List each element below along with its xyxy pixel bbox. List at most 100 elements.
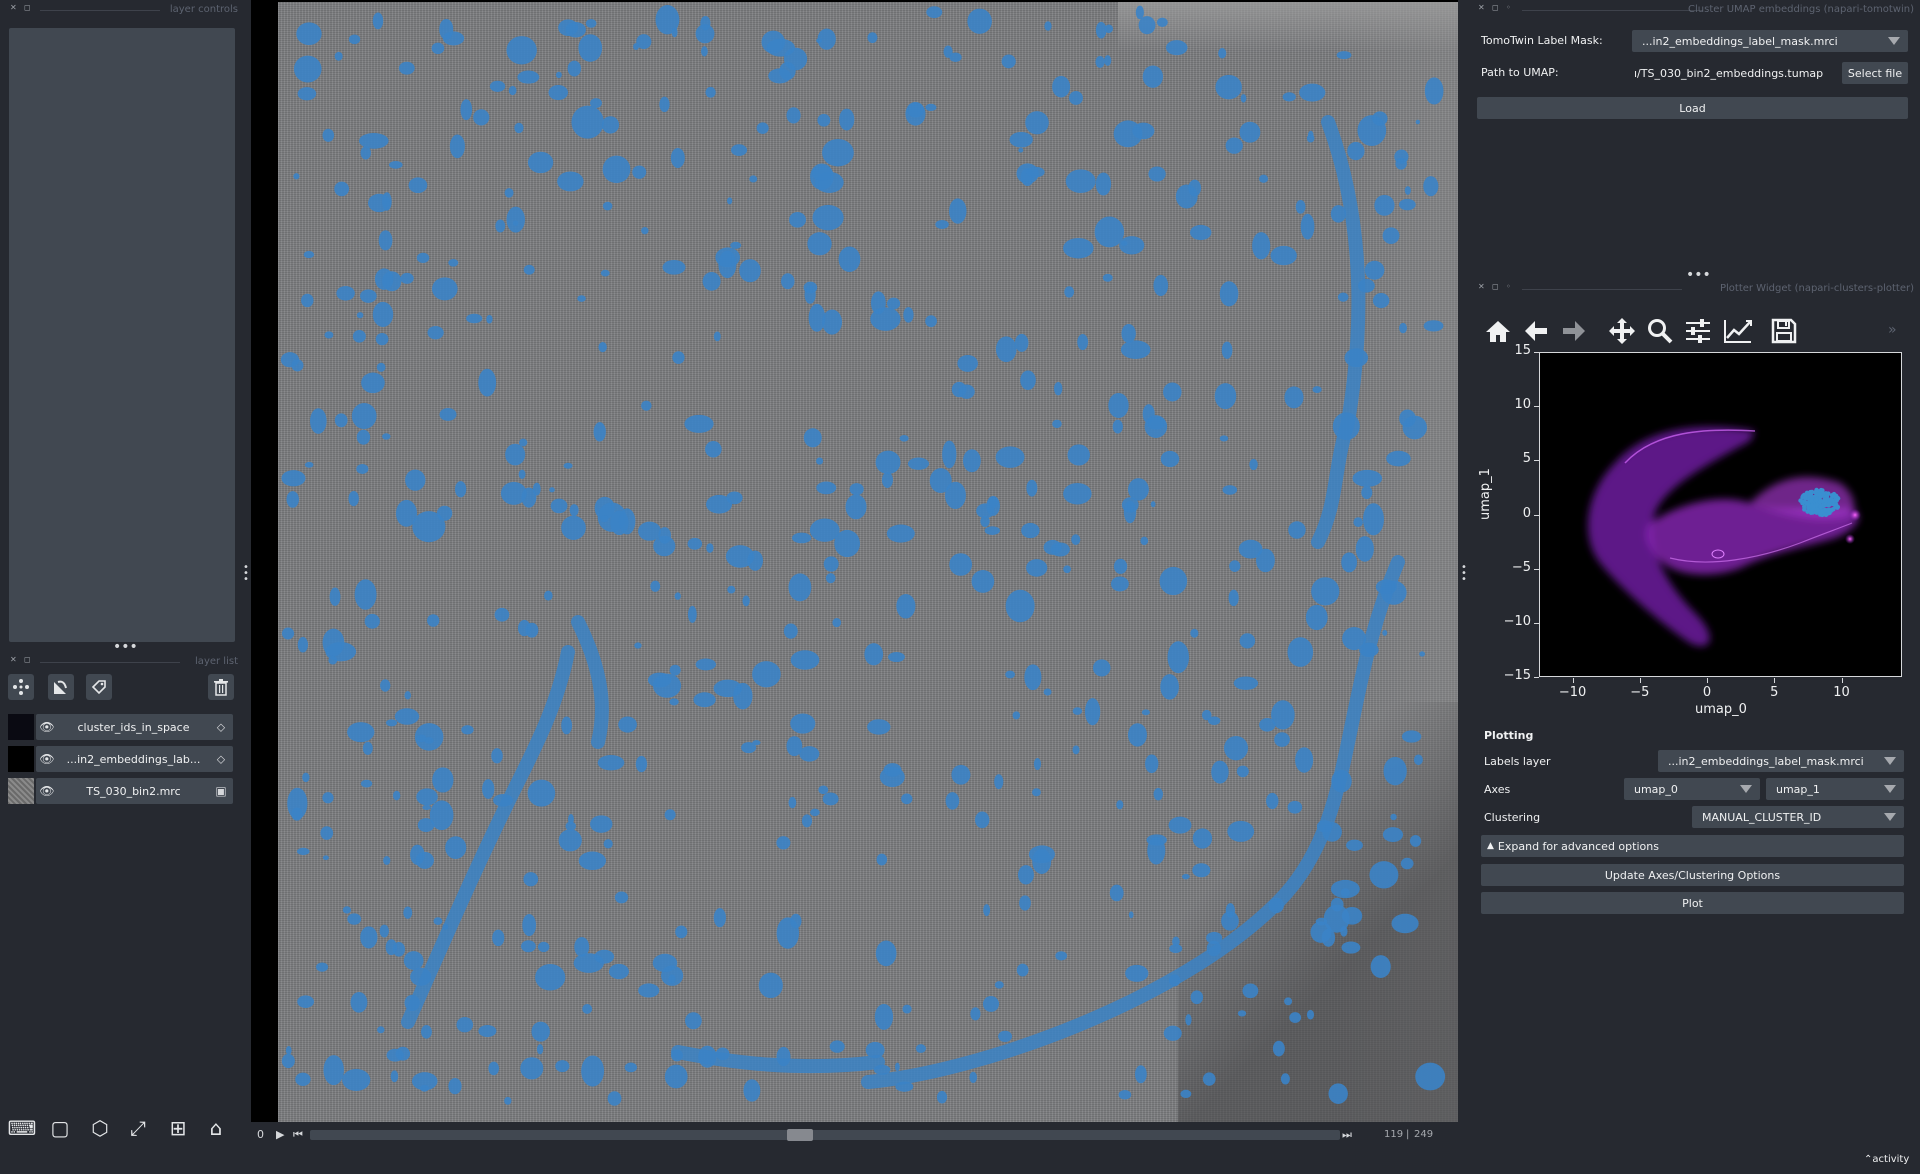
mask-blob (733, 682, 753, 710)
mask-blob (439, 408, 457, 421)
mpl-home-button[interactable] (1482, 316, 1514, 346)
mask-blob (429, 800, 454, 831)
mask-blob (505, 443, 526, 466)
shapes-layer-icon (54, 680, 67, 694)
left-dock-splitter[interactable]: • • • (243, 563, 249, 585)
mask-blob (1218, 47, 1227, 59)
float-icon[interactable]: ◻ (1492, 3, 1499, 12)
mask-blob (334, 181, 350, 197)
mpl-pan-button[interactable] (1606, 316, 1638, 346)
dims-slider-track[interactable] (310, 1130, 1340, 1140)
eye-icon[interactable]: 👁 (36, 720, 58, 734)
roll-button[interactable]: ⬡ (86, 1114, 114, 1142)
axis-label[interactable]: 0 (257, 1128, 264, 1141)
mpl-edit-axis-button[interactable] (1722, 316, 1754, 346)
mask-blob (1165, 40, 1188, 56)
mask-blob (1423, 176, 1439, 197)
play-icon[interactable]: ▶ (276, 1128, 284, 1141)
dims-slider-handle[interactable] (787, 1129, 813, 1141)
viewer-canvas[interactable] (251, 0, 1458, 1122)
mask-blob (523, 872, 539, 887)
mask-blob (561, 515, 586, 540)
mpl-configure-button[interactable] (1682, 316, 1714, 346)
close-icon[interactable]: ✕ (1478, 3, 1485, 12)
hide-icon[interactable]: ◦ (1506, 3, 1511, 12)
close-icon[interactable]: ✕ (10, 655, 17, 664)
mpl-save-button[interactable] (1768, 316, 1800, 346)
mask-blob (558, 19, 579, 36)
mask-blob (1287, 800, 1303, 814)
umap-path-field[interactable]: ı/TS_030_bin2_embeddings.tumap (1634, 62, 1836, 84)
advanced-options-toggle[interactable]: ▲ Expand for advanced options (1481, 835, 1904, 857)
mask-blob (1295, 747, 1314, 773)
mask-blob (348, 490, 359, 507)
float-icon[interactable]: ◻ (24, 655, 31, 664)
close-icon[interactable]: ✕ (1478, 282, 1485, 291)
mask-blob (304, 461, 314, 468)
mask-blob (1383, 756, 1407, 786)
load-button[interactable]: Load (1477, 97, 1908, 119)
mask-blob (702, 271, 721, 291)
mask-blob (486, 314, 493, 324)
eye-icon[interactable]: 👁 (36, 784, 58, 798)
eye-icon[interactable]: 👁 (36, 752, 58, 766)
ndisplay-button[interactable]: ▢ (46, 1114, 74, 1142)
mask-blob (1266, 792, 1279, 810)
select-file-button[interactable]: Select file (1842, 62, 1908, 84)
plot-button[interactable]: Plot (1481, 892, 1904, 914)
plot-axes[interactable] (1539, 352, 1902, 677)
activity-indicator[interactable]: ⌃activity (1864, 1154, 1909, 1165)
mask-blob (316, 962, 329, 972)
layer-item[interactable]: 👁 ...in2_embeddings_lab... ⬦ (8, 746, 233, 772)
more-tools-icon[interactable]: » (1888, 322, 1897, 338)
mask-blob (478, 368, 497, 397)
mask-blob (1219, 435, 1229, 442)
float-icon[interactable]: ◻ (1492, 282, 1499, 291)
mask-blob (1009, 131, 1033, 148)
mask-blob (834, 529, 861, 558)
delete-layer-button[interactable] (208, 674, 234, 700)
umap-widget-title: Cluster UMAP embeddings (napari-tomotwin… (1688, 4, 1914, 15)
step-back-icon[interactable]: ⏮ (293, 1128, 303, 1142)
current-slice[interactable]: 119 (1384, 1129, 1403, 1140)
step-forward-icon[interactable]: ⏭ (1342, 1128, 1352, 1142)
mask-blob (1224, 735, 1249, 761)
mask-blob (1202, 1072, 1216, 1086)
console-button[interactable]: ⌨ (8, 1114, 37, 1142)
clustering-combo[interactable]: MANUAL_CLUSTER_ID (1692, 806, 1904, 828)
new-shapes-layer-button[interactable] (48, 674, 74, 700)
right-dock-splitter[interactable]: • • • (1461, 563, 1467, 585)
mpl-back-button[interactable] (1520, 316, 1552, 346)
layer-item[interactable]: 👁 TS_030_bin2.mrc ▣ (8, 778, 233, 804)
new-labels-layer-button[interactable] (86, 674, 112, 700)
mask-blob (1028, 845, 1055, 864)
label-mask-combo[interactable]: ...in2_embeddings_label_mask.mrci (1632, 30, 1908, 52)
home-button[interactable]: ⌂ (202, 1114, 230, 1142)
labels-layer-combo[interactable]: ...in2_embeddings_label_mask.mrci (1658, 750, 1904, 772)
mask-blob (945, 792, 960, 810)
mask-blob (328, 655, 338, 665)
mask-blob (350, 991, 368, 1013)
hide-icon[interactable]: ◦ (1506, 282, 1511, 291)
transpose-button[interactable]: ⤢ (124, 1114, 152, 1142)
mask-blob (1138, 16, 1156, 35)
new-points-layer-button[interactable] (8, 674, 34, 700)
mpl-zoom-button[interactable] (1644, 316, 1676, 346)
mpl-forward-button[interactable] (1558, 316, 1590, 346)
update-options-button[interactable]: Update Axes/Clustering Options (1481, 864, 1904, 886)
mask-blob (517, 70, 540, 84)
layer-item[interactable]: 👁 cluster_ids_in_space ⬦ (8, 714, 233, 740)
close-icon[interactable]: ✕ (10, 3, 17, 12)
widget-splitter[interactable]: ••• (1686, 268, 1711, 282)
splitter-handle[interactable]: ••• (113, 640, 138, 654)
float-icon[interactable]: ◻ (24, 3, 31, 12)
mask-blob (1372, 111, 1388, 126)
mask-blob (1374, 194, 1395, 216)
y-axis-combo[interactable]: umap_1 (1766, 778, 1904, 800)
mask-blob (1288, 521, 1306, 539)
x-axis-combo[interactable]: umap_0 (1624, 778, 1760, 800)
mask-blob (788, 573, 812, 602)
mask-blob (281, 627, 295, 640)
mask-blob (1287, 637, 1314, 667)
grid-button[interactable]: ⊞ (164, 1114, 192, 1142)
